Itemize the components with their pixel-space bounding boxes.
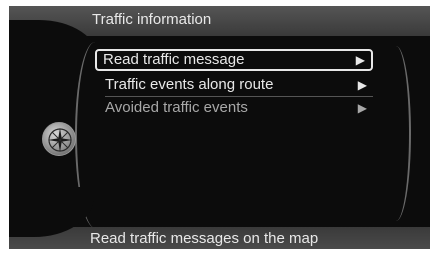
menu-item-label: Avoided traffic events xyxy=(105,99,248,116)
menu-item-label: Read traffic message xyxy=(103,51,245,68)
menu-item-label: Traffic events along route xyxy=(105,76,274,93)
status-bar: Read traffic messages on the map xyxy=(9,187,430,249)
compass-icon xyxy=(42,122,76,156)
page-title: Traffic information xyxy=(92,11,212,28)
title-bar: Traffic information xyxy=(9,6,430,80)
help-text: Read traffic messages on the map xyxy=(90,230,319,247)
chevron-right-icon: ▶ xyxy=(355,53,365,67)
right-arc-decoration xyxy=(381,46,411,221)
display-screen: Traffic information Read traffic message… xyxy=(9,6,430,249)
menu-item-avoided-traffic-events[interactable]: Avoided traffic events ▶ xyxy=(95,97,373,119)
chevron-right-icon: ▶ xyxy=(357,101,367,115)
status-notch xyxy=(9,187,94,237)
chevron-right-icon: ▶ xyxy=(357,78,367,92)
menu-item-traffic-events-along-route[interactable]: Traffic events along route ▶ xyxy=(95,74,373,96)
menu-item-read-traffic-message[interactable]: Read traffic message ▶ xyxy=(95,49,373,71)
